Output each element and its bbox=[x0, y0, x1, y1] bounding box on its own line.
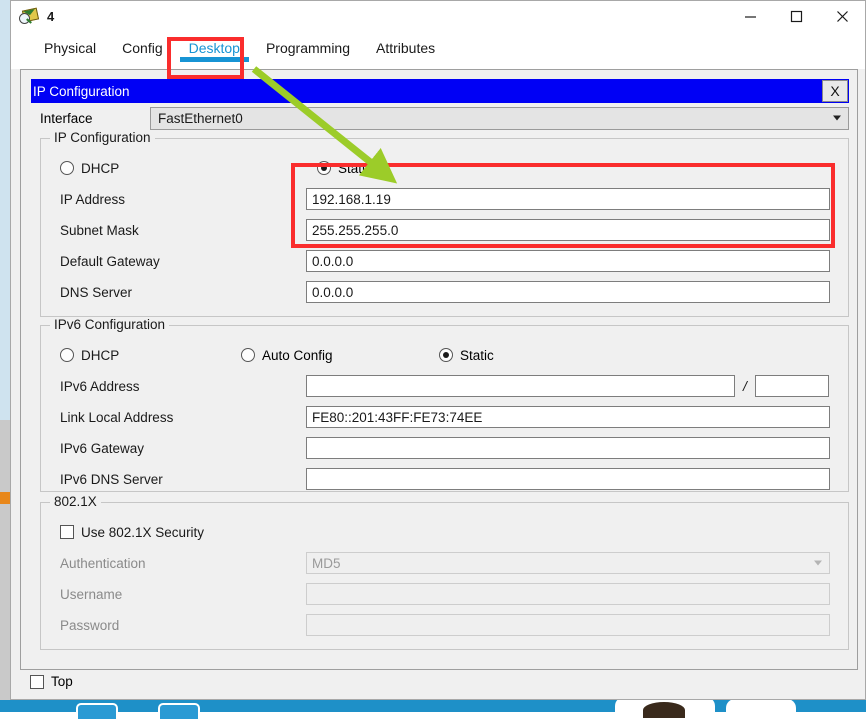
window-title: 4 bbox=[47, 9, 55, 24]
chevron-down-icon bbox=[814, 560, 822, 566]
default-gateway-field[interactable]: 0.0.0.0 bbox=[306, 250, 830, 272]
device-window: 4 Physical Config Desktop Programming At… bbox=[10, 0, 866, 700]
link-local-address-field[interactable]: FE80::201:43FF:FE73:74EE bbox=[306, 406, 830, 428]
ipv6-gateway-field[interactable] bbox=[306, 437, 830, 459]
interface-dropdown[interactable]: FastEthernet0 bbox=[150, 106, 849, 130]
close-icon[interactable] bbox=[819, 1, 865, 32]
taskbar-item-2[interactable] bbox=[158, 703, 200, 719]
dns-server-field[interactable]: 0.0.0.0 bbox=[306, 281, 830, 303]
ipv6-address-field[interactable] bbox=[306, 375, 735, 397]
ipv6-dns-server-label: IPv6 DNS Server bbox=[60, 471, 163, 487]
radio-unselected-icon bbox=[60, 348, 74, 362]
top-checkbox-label: Top bbox=[51, 674, 73, 689]
dot1x-group-legend: 802.1X bbox=[50, 494, 101, 509]
background-left-rail bbox=[0, 0, 10, 700]
window-controls bbox=[727, 1, 865, 32]
window-titlebar: 4 bbox=[11, 1, 865, 32]
use-dot1x-security-label: Use 802.1X Security bbox=[81, 524, 205, 540]
username-label: Username bbox=[60, 586, 123, 602]
tab-desktop[interactable]: Desktop bbox=[176, 32, 253, 63]
interface-label: Interface bbox=[40, 110, 93, 126]
subnet-mask-field[interactable]: 255.255.255.0 bbox=[306, 219, 830, 241]
tab-programming[interactable]: Programming bbox=[253, 32, 363, 63]
ipv6-prefix-separator: / bbox=[743, 378, 747, 394]
interface-selected-value: FastEthernet0 bbox=[158, 110, 243, 126]
tab-physical[interactable]: Physical bbox=[31, 32, 109, 63]
desktop-content-area: IP Configuration X Interface FastEtherne… bbox=[20, 69, 858, 670]
username-field[interactable] bbox=[306, 583, 830, 605]
link-local-address-label: Link Local Address bbox=[60, 409, 174, 425]
ip-address-field[interactable]: 192.168.1.19 bbox=[306, 188, 830, 210]
ipv4-configuration-group: IP Configuration DHCP Static IP Address … bbox=[40, 130, 849, 317]
panel-title: IP Configuration bbox=[33, 83, 130, 99]
taskbar-item-4[interactable] bbox=[726, 699, 796, 719]
checkbox-unchecked-icon bbox=[30, 674, 44, 689]
ipv4-group-legend: IP Configuration bbox=[50, 130, 155, 145]
ipv6-dhcp-label: DHCP bbox=[81, 347, 120, 363]
ip-address-label: IP Address bbox=[60, 191, 126, 207]
ipv6-group-legend: IPv6 Configuration bbox=[50, 317, 170, 332]
radio-selected-icon bbox=[439, 348, 453, 362]
chevron-down-icon bbox=[833, 115, 841, 121]
tab-config[interactable]: Config bbox=[109, 32, 175, 63]
device-magnifier-icon bbox=[19, 7, 40, 27]
tab-bar: Physical Config Desktop Programming Attr… bbox=[11, 32, 865, 69]
ipv4-static-radio[interactable]: Static bbox=[317, 161, 372, 176]
radio-unselected-icon bbox=[60, 161, 74, 175]
password-field[interactable] bbox=[306, 614, 830, 636]
dns-server-label: DNS Server bbox=[60, 284, 133, 300]
ipv6-gateway-label: IPv6 Gateway bbox=[60, 440, 145, 456]
ipv4-dhcp-label: DHCP bbox=[81, 160, 120, 176]
ipv6-static-radio[interactable]: Static bbox=[439, 348, 494, 363]
default-gateway-label: Default Gateway bbox=[60, 253, 160, 269]
subnet-mask-label: Subnet Mask bbox=[60, 222, 139, 238]
ipv6-static-label: Static bbox=[460, 347, 494, 363]
password-label: Password bbox=[60, 617, 120, 633]
ipv6-autoconfig-label: Auto Config bbox=[262, 347, 333, 363]
ipv6-configuration-group: IPv6 Configuration DHCP Auto Config Stat… bbox=[40, 317, 849, 492]
authentication-label: Authentication bbox=[60, 555, 146, 571]
ipv6-autoconfig-radio[interactable]: Auto Config bbox=[241, 348, 439, 363]
tab-attributes[interactable]: Attributes bbox=[363, 32, 448, 63]
panel-close-button[interactable]: X bbox=[822, 80, 848, 102]
ipv6-prefix-field[interactable] bbox=[754, 375, 829, 397]
taskbar-item-1[interactable] bbox=[76, 703, 118, 719]
radio-selected-icon bbox=[317, 161, 331, 175]
top-checkbox[interactable]: Top bbox=[30, 674, 73, 689]
use-dot1x-security-checkbox[interactable]: Use 802.1X Security bbox=[60, 525, 341, 540]
interface-row: Interface FastEthernet0 bbox=[31, 106, 849, 130]
minimize-icon[interactable] bbox=[727, 1, 773, 32]
ipv6-address-label: IPv6 Address bbox=[60, 378, 140, 394]
ipv6-dhcp-radio[interactable]: DHCP bbox=[60, 348, 241, 363]
authentication-dropdown[interactable]: MD5 bbox=[306, 552, 830, 574]
radio-unselected-icon bbox=[241, 348, 255, 362]
checkbox-unchecked-icon bbox=[60, 525, 74, 539]
dot1x-group: 802.1X Use 802.1X Security Authenticatio… bbox=[40, 494, 849, 650]
taskbar-item-3[interactable] bbox=[615, 697, 715, 719]
ipv4-static-label: Static bbox=[338, 160, 372, 176]
maximize-icon[interactable] bbox=[773, 1, 819, 32]
ip-configuration-panel-header: IP Configuration X bbox=[31, 79, 849, 103]
authentication-selected-value: MD5 bbox=[312, 555, 341, 571]
ipv4-dhcp-radio[interactable]: DHCP bbox=[60, 161, 306, 176]
ipv6-dns-server-field[interactable] bbox=[306, 468, 830, 490]
